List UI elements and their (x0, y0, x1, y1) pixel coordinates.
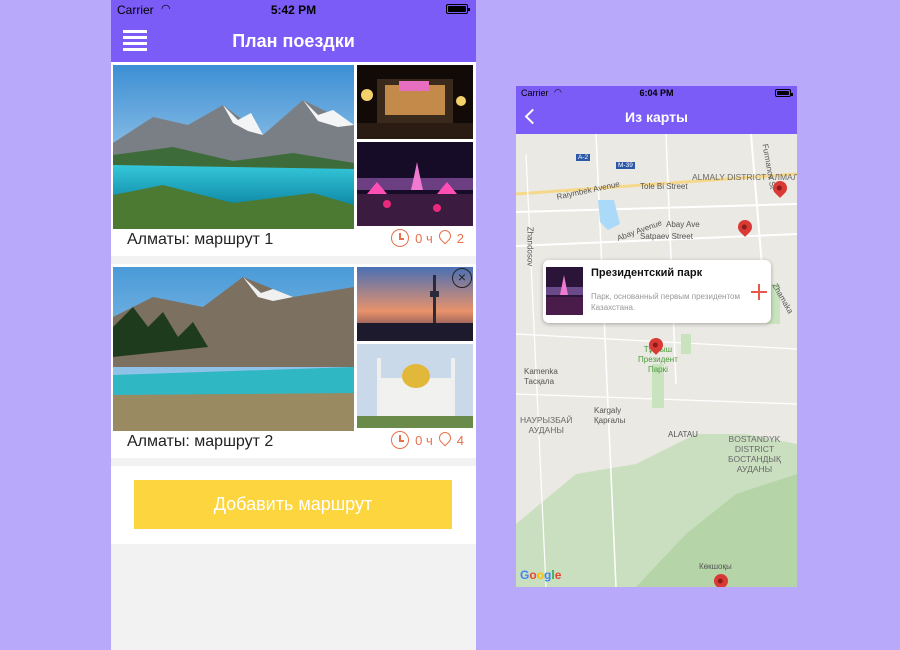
route-places-count: 2 (456, 230, 464, 246)
map-view[interactable]: A-2 M-39 Raiymbek Avenue Tole Bi Street … (516, 134, 797, 587)
map-label-satpaev: Satpaev Street (640, 232, 693, 241)
route-thumbnail-image (357, 142, 473, 226)
map-label-zhandosov: Zhandosov (525, 226, 535, 267)
route-cover-image (113, 65, 354, 229)
route-places-count: 4 (456, 432, 464, 448)
add-route-section: Добавить маршрут (111, 466, 476, 544)
route-card[interactable]: × Алматы: маршрут 2 0 ч 4 (111, 264, 476, 458)
battery-icon (446, 4, 470, 14)
add-place-icon[interactable] (751, 284, 767, 300)
clock-icon (391, 229, 410, 247)
route-name: Алматы: маршрут 1 (127, 231, 274, 248)
map-label-m39: M-39 (616, 162, 635, 169)
location-pin-icon (439, 230, 451, 246)
status-time: 6:04 PM (639, 88, 674, 98)
map-label-abay: Abay Ave (666, 220, 700, 229)
navigation-bar: План поездки (111, 20, 476, 62)
place-title: Президентский парк (591, 267, 703, 279)
location-pin-icon (439, 432, 451, 448)
route-cover-image (113, 267, 354, 431)
place-thumbnail-image (546, 267, 583, 315)
page-title: Из карты (625, 109, 688, 125)
place-callout[interactable]: Президентский парк Парк, основанный перв… (543, 260, 771, 323)
google-logo: Google (520, 568, 562, 582)
map-label-alatau: ALATAU (668, 430, 698, 439)
clock-icon (391, 431, 410, 449)
status-bar: Carrier ◠ 5:42 PM (111, 0, 476, 20)
map-label-bostandyk: BOSTANDYK DISTRICT БОСТАНДЫҚ АУДАНЫ (728, 434, 781, 474)
status-bar: Carrier ◠ 6:04 PM (516, 86, 797, 100)
map-label-tole-bi: Tole Bi Street (640, 182, 688, 191)
route-duration: 0 ч (415, 432, 433, 448)
trip-plan-screen: Carrier ◠ 5:42 PM План поездки Алматы: м… (111, 0, 476, 650)
map-label-koksho: Көкшоқы (699, 562, 732, 571)
route-thumbnail-image (357, 65, 473, 139)
page-title: План поездки (232, 31, 355, 51)
route-card[interactable]: Алматы: маршрут 1 0 ч 2 (111, 62, 476, 256)
battery-icon (775, 89, 793, 97)
map-label-kargaly: Kargaly Қарғалы (594, 406, 626, 425)
map-label-a2: A-2 (576, 154, 591, 161)
map-label-kamenka: Kamenka Тасқала (524, 367, 558, 386)
remove-route-icon[interactable]: × (452, 268, 472, 288)
add-route-button[interactable]: Добавить маршрут (134, 480, 452, 529)
route-meta: 0 ч 2 (391, 229, 464, 247)
place-description: Парк, основанный первым президентом Каза… (591, 292, 740, 312)
route-duration: 0 ч (415, 230, 433, 246)
route-thumbnail-image (357, 344, 473, 428)
status-time: 5:42 PM (270, 3, 317, 17)
route-meta: 0 ч 4 (391, 431, 464, 449)
route-name: Алматы: маршрут 2 (127, 433, 274, 450)
map-picker-screen: Carrier ◠ 6:04 PM Из карты A-2 M-39 Raiy… (516, 86, 797, 587)
map-label-nauryzbai: НАУРЫЗБАЙ АУДАНЫ (520, 415, 573, 435)
navigation-bar: Из карты (516, 100, 797, 134)
